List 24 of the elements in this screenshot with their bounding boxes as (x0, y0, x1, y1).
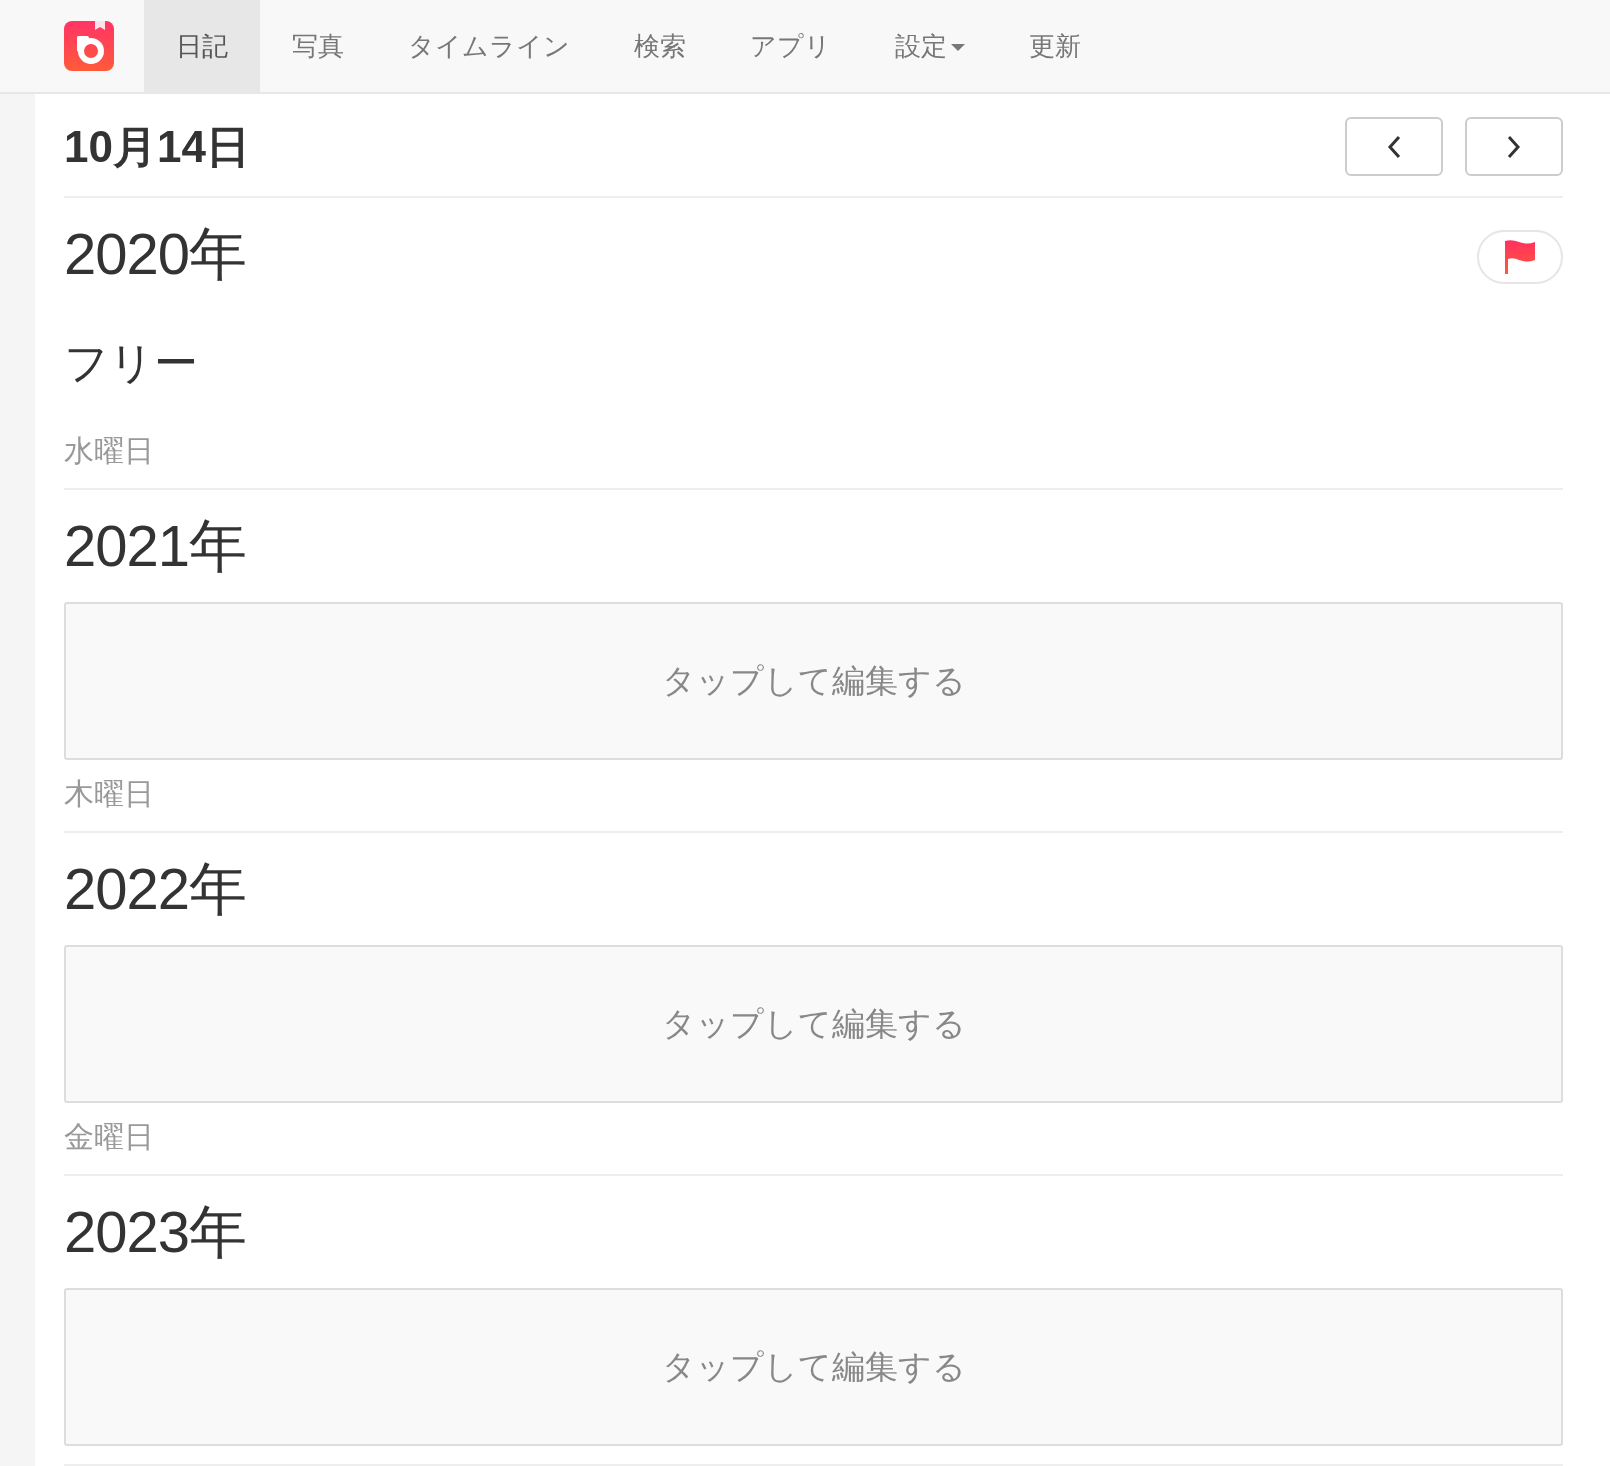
tap-to-edit-area[interactable]: タップして編集する (64, 1288, 1563, 1446)
nav-tab[interactable]: 検索 (602, 0, 718, 92)
weekday-label: 金曜日 (64, 1119, 155, 1155)
year-heading: 2020年 (64, 220, 247, 288)
nav-tab[interactable]: 更新 (997, 0, 1113, 92)
nav-tab[interactable]: 設定 (863, 0, 997, 92)
date-heading: 10月14日 (64, 121, 250, 173)
entry-text: フリー (64, 337, 199, 389)
weekday-label: 水曜日 (64, 433, 155, 469)
flag-button[interactable] (1477, 230, 1563, 284)
tap-to-edit-area[interactable]: タップして編集する (64, 602, 1563, 760)
chevron-left-icon (1387, 134, 1401, 159)
weekday-label: 木曜日 (64, 776, 155, 812)
year-heading: 2022年 (64, 855, 247, 923)
year-heading: 2021年 (64, 512, 247, 580)
nav-tab[interactable]: 写真 (260, 0, 376, 92)
nav-tab[interactable]: アプリ (718, 0, 863, 92)
year-heading: 2023年 (64, 1198, 247, 1266)
chevron-right-icon (1507, 134, 1521, 159)
flag-icon (1505, 240, 1535, 274)
tap-to-edit-area[interactable]: タップして編集する (64, 945, 1563, 1103)
logo-icon[interactable] (64, 21, 114, 71)
nav-tab[interactable]: タイムライン (376, 0, 602, 92)
nav-tab[interactable]: 日記 (144, 0, 260, 92)
